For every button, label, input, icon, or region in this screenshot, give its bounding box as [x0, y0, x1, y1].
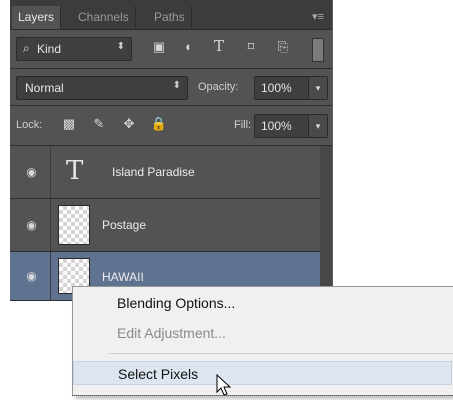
divider — [50, 199, 51, 251]
chevron-updown-icon: ⬍ — [116, 41, 125, 52]
tab-layers[interactable]: Layers — [12, 6, 62, 29]
tab-paths[interactable]: Paths — [148, 6, 192, 29]
panel-menu-icon[interactable]: ▾≡ — [312, 10, 324, 23]
adjustment-filter-icon[interactable]: ◐ — [180, 39, 198, 54]
eye-visibility-icon[interactable]: ◉ — [24, 165, 39, 179]
layer-row[interactable]: ◉ T Island Paradise — [10, 146, 332, 199]
type-filter-icon[interactable]: T — [210, 37, 228, 55]
fill-dropdown-icon[interactable]: ▾ — [308, 115, 327, 137]
layers-panel: Layers Channels Paths ▾≡ ⌕ Kind ⬍ ▣ ◐ T … — [10, 0, 333, 301]
lock-all-icon[interactable]: 🔒 — [150, 116, 168, 132]
lock-row: Lock: ▩ ✎ ✥ 🔒 Fill: 100% ▾ — [10, 106, 332, 144]
layer-name[interactable]: Postage — [102, 218, 146, 232]
shape-filter-icon[interactable]: ⌑ — [242, 39, 260, 55]
smart-object-filter-icon[interactable]: ⎘ — [274, 39, 292, 55]
layers-scrollbar[interactable] — [320, 146, 332, 300]
eye-visibility-icon[interactable]: ◉ — [24, 218, 39, 232]
panel-tab-bar: Layers Channels Paths ▾≡ — [10, 0, 332, 30]
menu-item-blending-options[interactable]: Blending Options... — [73, 291, 453, 315]
fill-label: Fill: — [234, 119, 252, 131]
divider — [50, 252, 51, 300]
image-filter-icon[interactable]: ▣ — [150, 39, 168, 55]
layer-thumbnail — [58, 205, 90, 245]
lock-position-icon[interactable]: ✥ — [120, 116, 138, 132]
filter-toggle-switch[interactable] — [312, 38, 324, 62]
tab-channels[interactable]: Channels — [72, 6, 136, 29]
eye-visibility-icon[interactable]: ◉ — [24, 269, 39, 283]
menu-item-select-pixels[interactable]: Select Pixels — [73, 361, 452, 385]
layer-name[interactable]: Island Paradise — [112, 165, 195, 179]
filter-kind-label: Kind — [37, 42, 62, 56]
menu-separator — [109, 353, 453, 354]
opacity-label: Opacity: — [198, 81, 239, 93]
chevron-updown-icon: ⬍ — [172, 80, 181, 91]
context-menu: Blending Options... Edit Adjustment... S… — [72, 286, 453, 396]
layer-name[interactable]: HAWAII — [102, 270, 144, 284]
filter-kind-dropdown[interactable]: ⌕ Kind ⬍ — [16, 37, 132, 61]
fill-value: 100% — [261, 119, 292, 133]
blend-mode-value: Normal — [25, 81, 64, 95]
search-icon: ⌕ — [23, 41, 30, 55]
menu-item-edit-adjustment: Edit Adjustment... — [117, 325, 226, 341]
lock-label: Lock: — [16, 119, 43, 131]
opacity-field[interactable]: 100% ▾ — [254, 76, 328, 100]
blend-mode-dropdown[interactable]: Normal ⬍ — [16, 76, 188, 100]
opacity-dropdown-icon[interactable]: ▾ — [308, 77, 327, 99]
lock-image-icon[interactable]: ✎ — [90, 116, 108, 132]
opacity-value: 100% — [261, 81, 292, 95]
filter-row: ⌕ Kind ⬍ ▣ ◐ T ⌑ ⎘ — [10, 30, 332, 68]
selection-marquee-edge — [72, 395, 453, 396]
layer-row[interactable]: ◉ Postage — [10, 199, 332, 252]
mouse-pointer-icon — [216, 374, 232, 396]
divider — [50, 146, 51, 198]
blend-row: Normal ⬍ Opacity: 100% ▾ — [10, 69, 332, 105]
fill-field[interactable]: 100% ▾ — [254, 114, 328, 138]
text-layer-icon: T — [66, 156, 84, 186]
lock-transparent-icon[interactable]: ▩ — [60, 116, 78, 132]
